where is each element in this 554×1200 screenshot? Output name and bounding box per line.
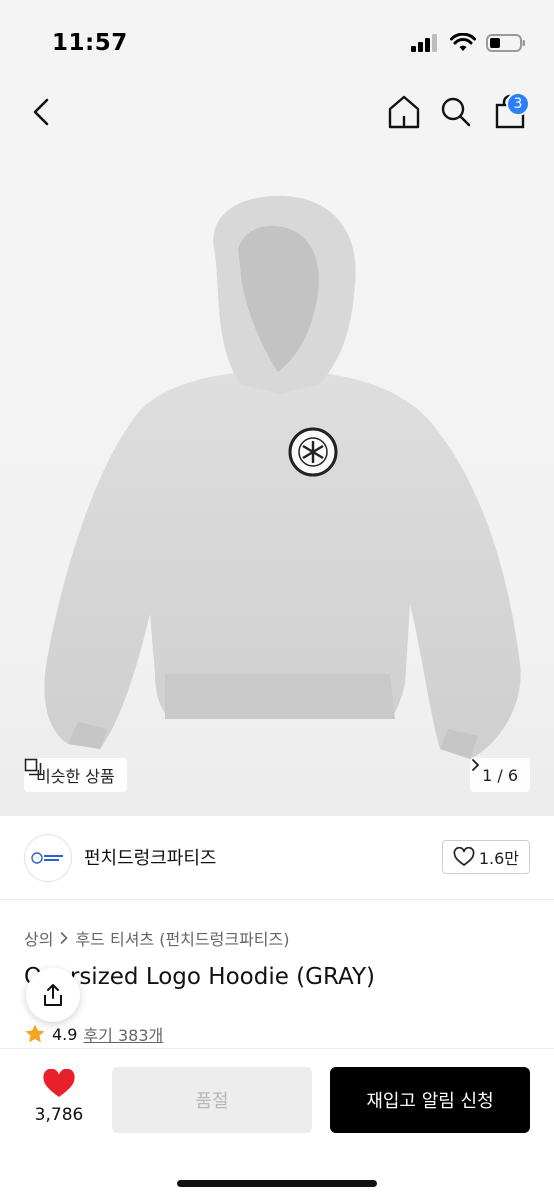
rating-row: 4.9 후기 383개 xyxy=(24,1022,163,1046)
image-pager-button[interactable]: 1 / 6 xyxy=(470,758,530,792)
home-icon xyxy=(388,95,420,129)
search-icon xyxy=(441,97,471,127)
product-like-count: 3,786 xyxy=(34,1105,84,1125)
cart-count-badge: 3 xyxy=(506,92,530,116)
similar-products-label: 비슷한 상품 xyxy=(36,767,115,786)
status-icons xyxy=(410,33,526,53)
search-button[interactable] xyxy=(436,92,476,132)
nav-bar xyxy=(0,82,554,144)
breadcrumb-category[interactable]: 상의 xyxy=(24,926,53,950)
chevron-right-icon xyxy=(61,932,69,944)
status-time: 11:57 xyxy=(52,30,128,56)
battery-icon xyxy=(486,34,525,52)
home-indicator xyxy=(177,1180,377,1187)
rating-value: 4.9 xyxy=(52,1024,78,1044)
chevron-right-icon xyxy=(472,759,480,771)
heart-filled-icon xyxy=(43,1069,75,1097)
bottom-action-bar: 3,786 품절 재입고 알림 신청 xyxy=(0,1048,554,1200)
brand-logo-image xyxy=(31,852,63,864)
brand-logo xyxy=(24,834,72,882)
home-button[interactable] xyxy=(384,92,424,132)
brand-like-button[interactable]: 1.6만 xyxy=(441,840,530,874)
breadcrumb-subcategory[interactable]: 후드 티셔츠 (펀치드렁크파티즈) xyxy=(75,926,289,950)
status-bar: 11:57 xyxy=(0,0,554,82)
image-pager-label: 1 / 6 xyxy=(482,765,518,785)
brand-name[interactable]: 펀치드렁크파티즈 xyxy=(84,844,216,870)
hoodie-image xyxy=(44,195,521,759)
wifi-icon xyxy=(450,33,476,51)
soldout-button: 품절 xyxy=(112,1067,312,1133)
brand-like-count: 1.6만 xyxy=(478,849,519,868)
reviews-link[interactable]: 후기 383개 xyxy=(83,1022,163,1046)
share-icon xyxy=(44,984,62,1006)
brand-row[interactable]: 펀치드렁크파티즈 1.6만 xyxy=(0,816,554,900)
similar-products-button[interactable]: 비슷한 상품 xyxy=(24,758,127,792)
similar-items-icon xyxy=(24,758,42,776)
restock-alert-button[interactable]: 재입고 알림 신청 xyxy=(330,1067,530,1133)
back-button[interactable] xyxy=(22,92,62,132)
product-image-carousel[interactable]: 비슷한 상품 1 / 6 xyxy=(0,144,554,816)
share-button[interactable] xyxy=(26,968,80,1022)
breadcrumb: 상의 후드 티셔츠 (펀치드렁크파티즈) xyxy=(24,926,289,950)
product-like-button[interactable]: 3,786 xyxy=(24,1069,94,1139)
heart-outline-icon xyxy=(453,847,475,866)
star-icon xyxy=(25,1024,45,1043)
chevron-left-icon xyxy=(33,98,49,126)
cellular-signal-icon xyxy=(411,34,437,52)
